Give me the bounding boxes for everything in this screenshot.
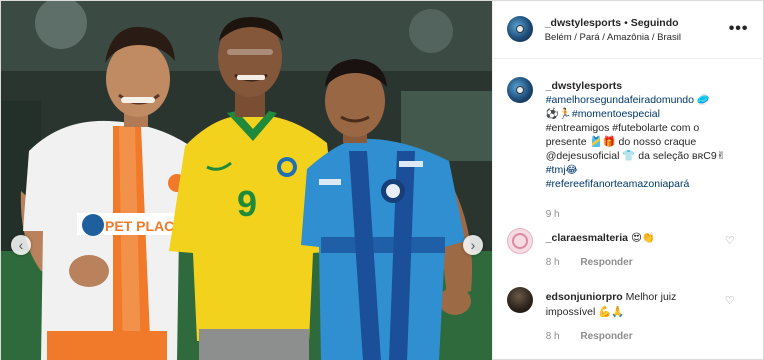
- commenter-avatar[interactable]: [506, 228, 533, 254]
- like-comment-heart-icon[interactable]: ♡: [725, 234, 735, 247]
- post-header: _dwstylesports • Seguindo Belém / Pará /…: [492, 1, 764, 59]
- shirt-number: 9: [237, 183, 257, 224]
- caption-line[interactable]: @dejesusoficial 👕 da seleção ʙʀC9✌: [546, 150, 726, 163]
- caption-line[interactable]: ⚽🏃#momentoespecial: [546, 108, 660, 121]
- caption-line[interactable]: #tmj😂: [546, 164, 578, 177]
- post-side-panel: _dwstylesports • Seguindo Belém / Pará /…: [491, 1, 764, 360]
- commenter-username[interactable]: _claraesmalteria: [546, 232, 628, 244]
- chevron-right-icon: ›: [470, 237, 476, 253]
- post-photo[interactable]: PET PLACE 9 ‹ ›: [1, 1, 492, 360]
- comment-body: Melhor juiz: [625, 291, 677, 303]
- reply-button[interactable]: Responder: [580, 331, 632, 342]
- caption-line: presente 🎽🎁 do nosso craque: [545, 136, 697, 148]
- comment-body: 😍👏: [630, 232, 655, 244]
- caption-line[interactable]: #entreamigos #futebolarte com o: [546, 122, 700, 135]
- caption-line[interactable]: #amelhorsegundafeiradomundo 🥏: [546, 94, 710, 107]
- commenter-username[interactable]: edsonjuniorpro: [546, 291, 623, 303]
- caption-author-avatar[interactable]: [506, 77, 533, 103]
- comment-timestamp: 8 h: [545, 257, 560, 268]
- sponsor-text: PET PLACE: [105, 218, 184, 234]
- author-avatar[interactable]: [506, 16, 533, 42]
- post-location[interactable]: Belém / Pará / Amazônia / Brasil: [545, 32, 681, 43]
- comment-meta: 8 h Responder: [546, 331, 633, 342]
- post-author-line: _dwstylesports • Seguindo: [545, 17, 679, 29]
- next-photo-button[interactable]: ›: [463, 235, 483, 255]
- instagram-post: PET PLACE 9 ‹ › _dwstylesports • Seguind…: [0, 0, 764, 360]
- author-username[interactable]: _dwstylesports: [545, 17, 621, 29]
- like-comment-heart-icon[interactable]: ♡: [725, 294, 735, 307]
- caption-author[interactable]: _dwstylesports: [546, 80, 622, 92]
- commenter-avatar[interactable]: [506, 287, 533, 313]
- comment-text: _claraesmalteria 😍👏: [546, 231, 655, 244]
- more-options-icon[interactable]: •••: [729, 20, 749, 38]
- following-button[interactable]: Seguindo: [631, 17, 679, 29]
- comment-meta: 8 h Responder: [546, 257, 633, 268]
- photo-illustration: PET PLACE 9: [1, 1, 492, 360]
- header-separator: •: [624, 17, 628, 29]
- comment-timestamp: 8 h: [545, 331, 560, 342]
- reply-button[interactable]: Responder: [580, 257, 632, 268]
- comment-text: edsonjuniorpro Melhor juiz: [546, 291, 677, 303]
- caption-line[interactable]: #refereefifanorteamazoniapará: [546, 178, 690, 191]
- previous-photo-button[interactable]: ‹: [11, 235, 31, 255]
- comment-body-continued: impossível 💪🙏: [545, 306, 625, 318]
- caption-timestamp: 9 h: [545, 209, 560, 220]
- chevron-left-icon: ‹: [18, 237, 24, 253]
